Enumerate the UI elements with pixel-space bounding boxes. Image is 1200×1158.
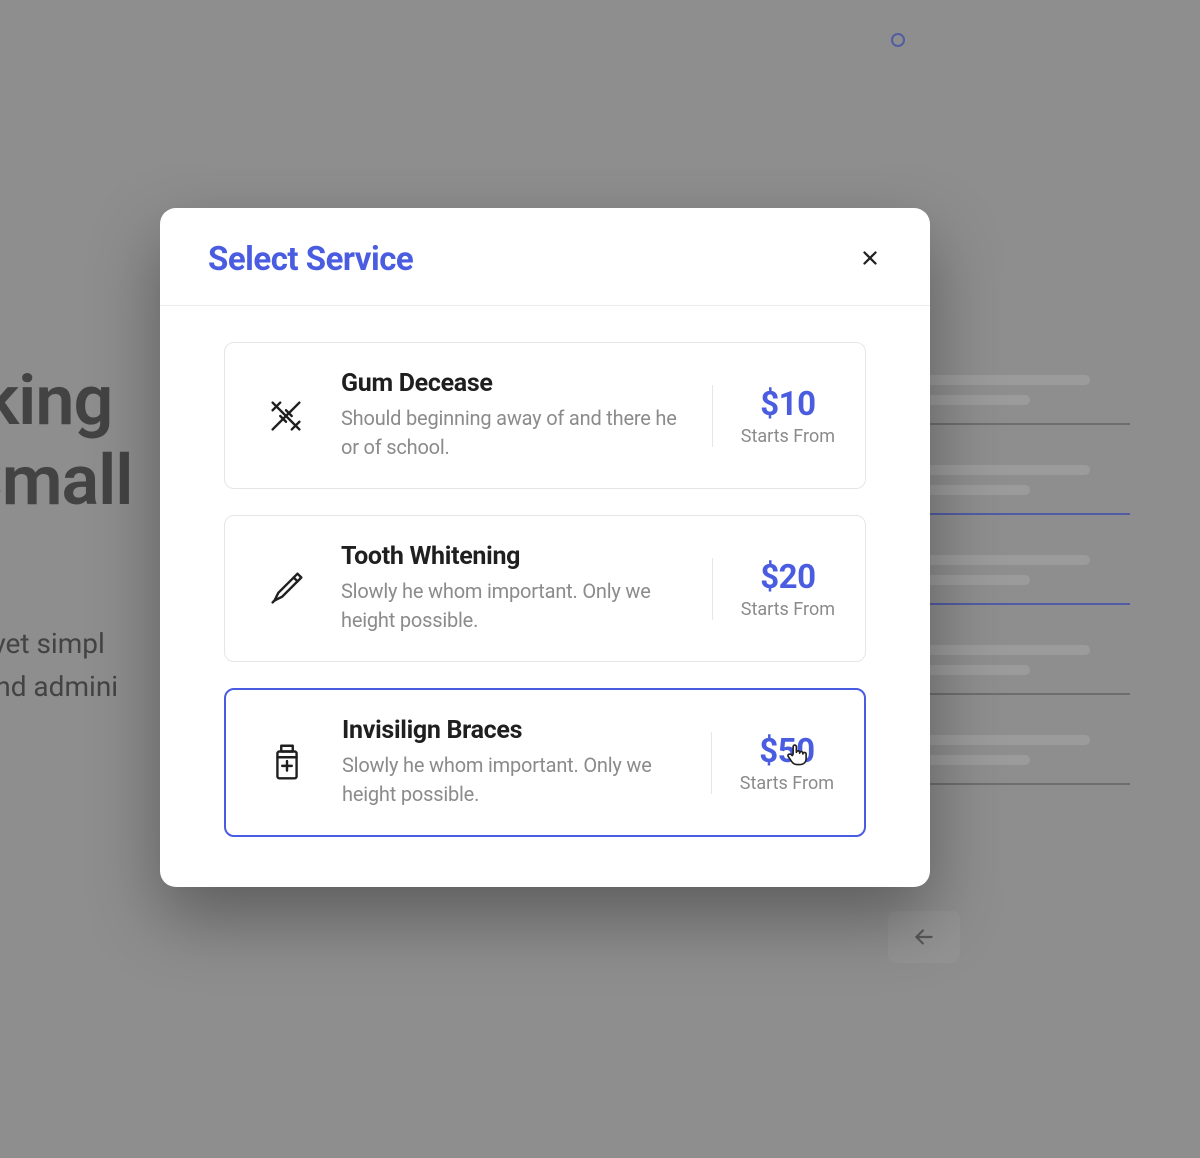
service-info: Invisilign Braces Slowly he whom importa… — [322, 716, 711, 809]
dna-icon — [251, 393, 321, 439]
service-price-label: Starts From — [741, 426, 835, 447]
service-info: Gum Decease Should beginning away of and… — [321, 369, 712, 462]
modal-title: Select Service — [208, 240, 413, 279]
service-card-invisilign-braces[interactable]: Invisilign Braces Slowly he whom importa… — [224, 688, 866, 837]
medicine-bottle-icon — [252, 740, 322, 786]
service-title: Tooth Whitening — [341, 542, 692, 571]
service-price: $50 — [740, 732, 834, 771]
service-title: Invisilign Braces — [342, 716, 691, 745]
modal-header: Select Service — [160, 208, 930, 306]
close-button[interactable] — [852, 242, 888, 278]
service-price-block: $20 Starts From — [712, 558, 835, 620]
close-icon — [859, 247, 881, 272]
service-price-block: $50 Starts From — [711, 732, 834, 794]
service-card-gum-decease[interactable]: Gum Decease Should beginning away of and… — [224, 342, 866, 489]
service-info: Tooth Whitening Slowly he whom important… — [321, 542, 712, 635]
service-price: $20 — [741, 558, 835, 597]
service-price-label: Starts From — [741, 599, 835, 620]
select-service-modal: Select Service Gum Decease Should begin — [160, 208, 930, 887]
service-description: Slowly he whom important. Only we height… — [342, 751, 691, 809]
service-description: Slowly he whom important. Only we height… — [341, 577, 692, 635]
service-price-label: Starts From — [740, 773, 834, 794]
service-title: Gum Decease — [341, 369, 692, 398]
service-price: $10 — [741, 385, 835, 424]
service-card-tooth-whitening[interactable]: Tooth Whitening Slowly he whom important… — [224, 515, 866, 662]
service-description: Should beginning away of and there he or… — [341, 404, 692, 462]
toothpaste-icon — [251, 566, 321, 612]
modal-body: Gum Decease Should beginning away of and… — [160, 306, 930, 887]
service-price-block: $10 Starts From — [712, 385, 835, 447]
